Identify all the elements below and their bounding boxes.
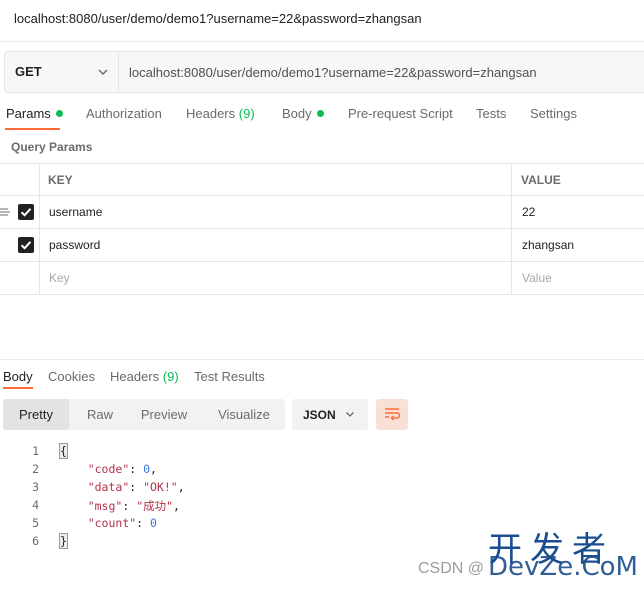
format-label: JSON — [303, 408, 336, 422]
method-dropdown[interactable]: GET — [5, 52, 119, 92]
visualize-button[interactable]: Visualize — [203, 399, 285, 430]
param-key[interactable]: username — [49, 205, 102, 219]
line-number: 2 — [32, 462, 39, 476]
wrap-lines-icon — [385, 408, 400, 421]
raw-button[interactable]: Raw — [69, 399, 131, 430]
chevron-down-icon — [98, 69, 108, 75]
tab-params[interactable]: Params — [6, 106, 63, 121]
watermark-csdn-text: CSDN @ — [418, 560, 485, 577]
param-value[interactable]: zhangsan — [522, 238, 574, 252]
preview-button[interactable]: Preview — [131, 399, 197, 430]
code-line: 1 { — [0, 442, 644, 460]
code-line: 4 "msg": "成功", — [0, 496, 644, 514]
json-value: 0 — [150, 516, 157, 530]
table-row: username 22 — [0, 196, 644, 229]
json-comma: , — [150, 462, 157, 476]
query-params-title: Query Params — [11, 140, 93, 154]
row-checkbox[interactable] — [18, 204, 34, 220]
watermark-en-text: DevZe.CoM — [488, 552, 638, 582]
code-line: 6 } — [0, 532, 644, 550]
json-comma: , — [177, 480, 185, 494]
view-mode-segmented-control: Pretty Raw Preview Visualize — [3, 399, 285, 430]
title-bar: localhost:8080/user/demo/demo1?username=… — [0, 0, 644, 42]
line-number: 5 — [32, 516, 39, 530]
param-key[interactable]: password — [49, 238, 100, 252]
tab-test-results[interactable]: Test Results — [194, 369, 265, 384]
tab-response-headers-count: (9) — [162, 369, 179, 384]
response-tabs: Body Cookies Headers (9) Test Results — [0, 359, 644, 391]
new-value-input[interactable]: Value — [522, 271, 552, 285]
format-dropdown[interactable]: JSON — [292, 399, 368, 430]
code-line: 2 "code": 0, — [0, 460, 644, 478]
tab-settings[interactable]: Settings — [530, 106, 577, 121]
drag-handle-icon[interactable] — [0, 207, 10, 217]
table-row: password zhangsan — [0, 229, 644, 262]
page-title: localhost:8080/user/demo/demo1?username=… — [14, 11, 422, 26]
json-close-brace: } — [59, 533, 68, 549]
json-value: "成功" — [136, 499, 174, 513]
json-key: "msg" — [87, 499, 123, 513]
method-label: GET — [15, 64, 42, 79]
code-line: 3 "data": "OK!", — [0, 478, 644, 496]
pretty-button[interactable]: Pretty — [3, 399, 69, 430]
json-key: "code" — [87, 462, 130, 476]
row-checkbox[interactable] — [18, 237, 34, 253]
new-param-row: Key Value — [0, 262, 644, 295]
column-header-key: KEY — [48, 173, 73, 187]
chevron-down-icon — [346, 412, 354, 417]
tab-body-label: Body — [282, 106, 312, 121]
line-number: 6 — [32, 534, 39, 548]
tab-response-body[interactable]: Body — [3, 369, 33, 384]
response-tab-underline — [3, 387, 33, 389]
response-body-code: 1 { 2 "code": 0, 3 "data": "OK!", 4 "msg… — [0, 442, 644, 550]
active-tab-underline — [5, 128, 60, 130]
body-indicator-dot — [316, 110, 324, 117]
request-tabs: Params Authorization Headers (9) Body Pr… — [0, 100, 644, 130]
tab-headers-label: Headers — [186, 106, 236, 121]
new-key-input[interactable]: Key — [49, 271, 70, 285]
tab-tests[interactable]: Tests — [476, 106, 506, 121]
tab-params-label: Params — [6, 106, 51, 121]
json-value: "OK!" — [143, 480, 178, 494]
wrap-lines-button[interactable] — [376, 399, 408, 430]
url-input[interactable] — [119, 52, 644, 92]
tab-cookies[interactable]: Cookies — [48, 369, 95, 384]
request-url-bar: GET — [4, 51, 644, 93]
json-key: "count" — [87, 516, 137, 530]
tab-prerequest-script[interactable]: Pre-request Script — [348, 106, 453, 121]
column-header-value: VALUE — [521, 173, 561, 187]
query-params-table: KEY VALUE username 22 password zhangsan … — [0, 163, 644, 295]
code-line: 5 "count": 0 — [0, 514, 644, 532]
json-comma: , — [173, 499, 180, 513]
params-indicator-dot — [55, 110, 63, 117]
tab-response-headers-label: Headers — [110, 369, 160, 384]
tab-response-headers[interactable]: Headers (9) — [110, 369, 179, 384]
tab-headers-count: (9) — [238, 106, 255, 121]
line-number: 1 — [32, 444, 39, 458]
tab-authorization[interactable]: Authorization — [86, 106, 162, 121]
table-header-row: KEY VALUE — [0, 163, 644, 196]
line-number: 4 — [32, 498, 39, 512]
check-icon — [20, 241, 32, 250]
param-value[interactable]: 22 — [522, 205, 535, 219]
tab-body[interactable]: Body — [282, 106, 324, 121]
json-value: 0 — [143, 462, 151, 476]
check-icon — [20, 208, 32, 217]
json-open-brace: { — [59, 443, 68, 459]
json-key: "data" — [87, 480, 130, 494]
line-number: 3 — [32, 480, 39, 494]
tab-headers[interactable]: Headers (9) — [186, 106, 255, 121]
